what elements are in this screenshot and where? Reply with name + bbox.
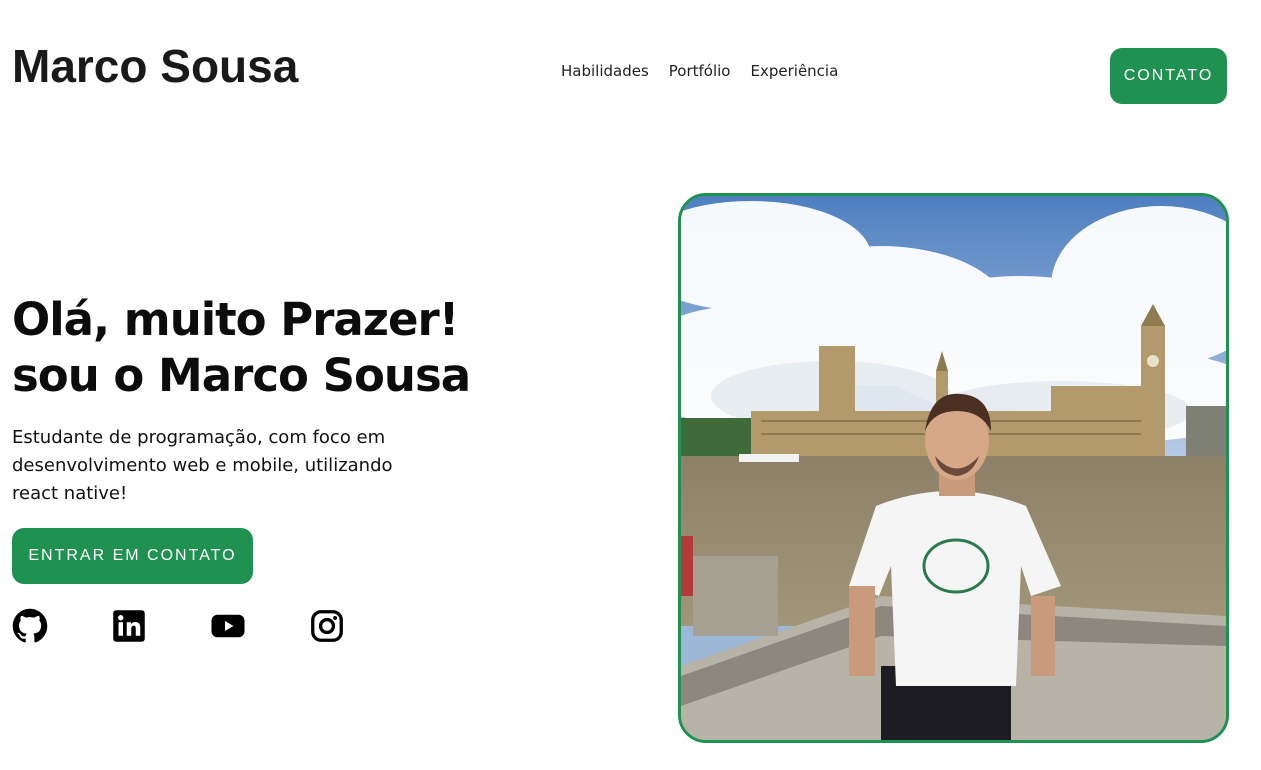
youtube-icon[interactable] — [209, 608, 245, 644]
main-nav: Habilidades Portfólio Experiência — [561, 62, 838, 80]
hero-title-line-1: Olá, muito Prazer! — [12, 293, 459, 346]
hero-title: Olá, muito Prazer! sou o Marco Sousa — [12, 292, 471, 404]
social-links — [12, 608, 352, 644]
cta-contact-button[interactable]: ENTRAR EM CONTATO — [12, 528, 253, 584]
hero-title-line-2: sou o Marco Sousa — [12, 349, 471, 402]
linkedin-icon[interactable] — [111, 608, 147, 644]
nav-item-portfolio[interactable]: Portfólio — [669, 62, 731, 80]
profile-photo — [678, 193, 1229, 743]
profile-photo-illustration — [681, 196, 1226, 740]
instagram-icon[interactable] — [309, 608, 345, 644]
nav-item-habilidades[interactable]: Habilidades — [561, 62, 649, 80]
github-icon[interactable] — [12, 608, 48, 644]
hero-description: Estudante de programação, com foco em de… — [12, 427, 393, 504]
nav-item-experiencia[interactable]: Experiência — [751, 62, 839, 80]
contact-button[interactable]: CONTATO — [1110, 48, 1227, 104]
site-logo[interactable]: Marco Sousa — [12, 38, 298, 94]
